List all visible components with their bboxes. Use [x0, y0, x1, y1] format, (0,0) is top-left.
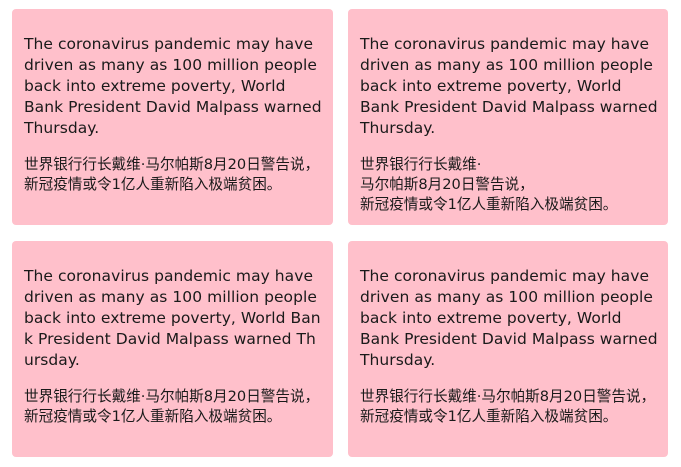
text-wrapping-demo-grid: The coronavirus pandemic may have driven… [12, 9, 668, 457]
english-paragraph: The coronavirus pandemic may have driven… [24, 35, 322, 137]
text-card-1: The coronavirus pandemic may have driven… [12, 9, 333, 225]
text-card-3: The coronavirus pandemic may have driven… [12, 241, 333, 457]
chinese-line: 世界银行行长戴维· [360, 156, 482, 173]
english-paragraph: The coronavirus pandemic may have driven… [24, 267, 321, 369]
text-card-4: The coronavirus pandemic may have driven… [348, 241, 668, 457]
chinese-paragraph: 世界银行行长戴维·马尔帕斯8月20日警告说，新冠疫情或令1亿人重新陷入极端贫困。 [24, 156, 320, 193]
english-paragraph: The coronavirus pandemic may have driven… [360, 35, 658, 137]
english-paragraph: The coronavirus pandemic may have driven… [360, 267, 658, 369]
text-card-2: The coronavirus pandemic may have driven… [348, 9, 668, 225]
chinese-line: 马尔帕斯8月20日警告说， [360, 176, 534, 193]
chinese-paragraph: 世界银行行长戴维·马尔帕斯8月20日警告说，新冠疫情或令1亿人重新陷入极端贫困。 [24, 388, 320, 425]
chinese-line: 新冠疫情或令1亿人重新陷入极端贫困。 [360, 196, 618, 213]
chinese-paragraph: 世界银行行长戴维·马尔帕斯8月20日警告说，新冠疫情或令1亿人重新陷入极端贫困。 [360, 388, 656, 425]
chinese-paragraph: 世界银行行长戴维· 马尔帕斯8月20日警告说， 新冠疫情或令1亿人重新陷入极端贫… [360, 155, 658, 215]
